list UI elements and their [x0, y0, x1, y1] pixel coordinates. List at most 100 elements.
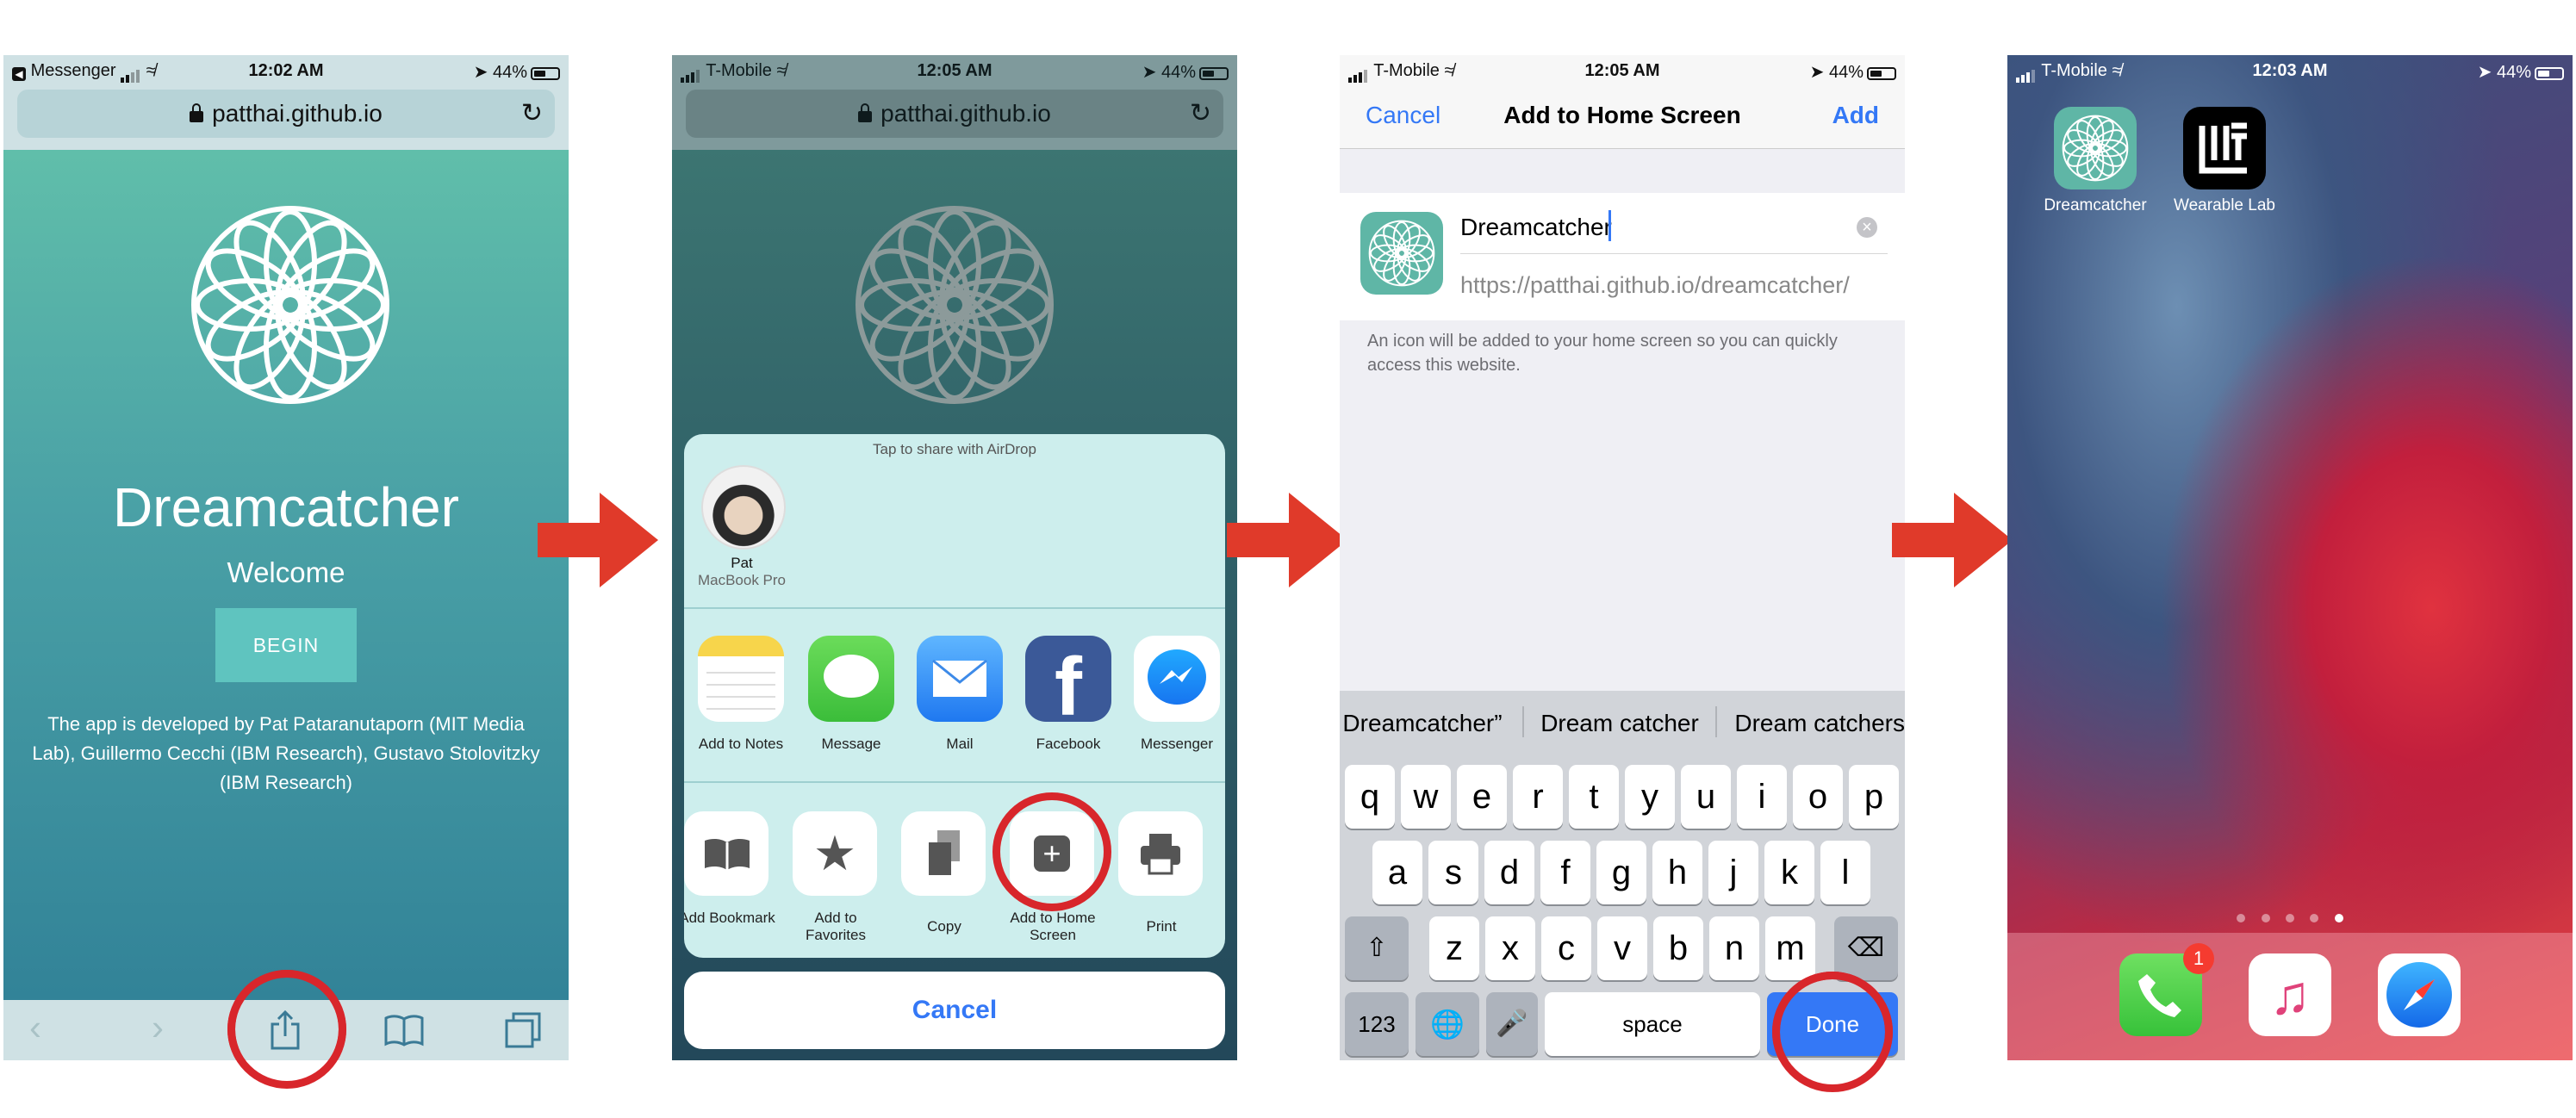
share-app-label: Add to Notes: [698, 736, 784, 752]
safari-icon[interactable]: [2378, 953, 2461, 1036]
print-button[interactable]: [1118, 811, 1203, 896]
location-icon: ➤: [2477, 63, 2492, 82]
key-d[interactable]: d: [1484, 841, 1534, 904]
status-bar: T-Mobile ≉ 12:05 AM ➤ 44%: [1340, 55, 1905, 88]
key-b[interactable]: b: [1653, 916, 1703, 980]
screen-safari-website: ◀ Messenger ≉ 12:02 AM ➤ 44% patthai.git…: [3, 55, 569, 1060]
page-indicator: [2007, 911, 2573, 927]
share-action-label: Print: [1146, 918, 1177, 935]
share-app-label: Mail: [946, 736, 974, 752]
notes-icon[interactable]: [698, 636, 784, 722]
key-f[interactable]: f: [1540, 841, 1590, 904]
dreamcatcher-app-icon[interactable]: [2054, 107, 2137, 189]
form-group: Dreamcatcher × https://patthai.github.io…: [1340, 193, 1905, 320]
facebook-icon[interactable]: f: [1025, 636, 1111, 722]
begin-button[interactable]: BEGIN: [215, 608, 357, 682]
address-url: patthai.github.io: [212, 100, 383, 127]
key-a[interactable]: a: [1372, 841, 1422, 904]
screen-home: T-Mobile ≉ 12:03 AM ➤ 44% Dreamcatcher W…: [2007, 55, 2573, 1060]
credits-text: The app is developed by Pat Pataranutapo…: [32, 713, 540, 793]
tabs-icon[interactable]: [505, 1012, 541, 1048]
key-j[interactable]: j: [1708, 841, 1758, 904]
forward-chevron-icon[interactable]: ›: [152, 1007, 164, 1048]
name-field[interactable]: Dreamcatcher ×: [1460, 203, 1888, 254]
space-key[interactable]: space: [1545, 992, 1760, 1056]
back-chevron-icon[interactable]: ‹: [29, 1007, 41, 1048]
dreamcatcher-logo: [851, 202, 1058, 408]
wearable-lab-icon[interactable]: [2183, 107, 2266, 189]
phone-badge: 1: [2183, 943, 2214, 974]
key-x[interactable]: x: [1485, 916, 1535, 980]
suggestion-item[interactable]: Dreamcatcher”: [1340, 710, 1509, 737]
backspace-key[interactable]: ⌫: [1834, 916, 1898, 980]
screen-add-to-home: T-Mobile ≉ 12:05 AM ➤ 44% Cancel Add to …: [1340, 55, 1905, 1060]
dreamcatcher-logo: [187, 202, 394, 408]
suggestion-item[interactable]: Dream catchers: [1715, 710, 1905, 737]
shift-key[interactable]: ⇧: [1345, 916, 1409, 980]
welcome-text: Welcome: [227, 556, 345, 588]
share-action-label: Add to Home Screen: [1010, 910, 1096, 943]
key-k[interactable]: k: [1764, 841, 1814, 904]
copy-button[interactable]: [901, 811, 986, 896]
key-p[interactable]: p: [1849, 765, 1899, 829]
messenger-icon[interactable]: [1134, 636, 1220, 722]
key-g[interactable]: g: [1596, 841, 1646, 904]
key-c[interactable]: c: [1541, 916, 1591, 980]
dictation-key[interactable]: 🎤: [1486, 992, 1538, 1056]
page-dot: [2237, 914, 2246, 922]
add-button[interactable]: Add: [1832, 102, 1879, 129]
add-to-favorites-button[interactable]: ★: [793, 811, 877, 896]
battery-icon: [531, 67, 560, 80]
music-icon[interactable]: ♫: [2249, 953, 2331, 1036]
status-battery-pct: 44%: [1828, 63, 1864, 82]
key-i[interactable]: i: [1737, 765, 1787, 829]
key-u[interactable]: u: [1681, 765, 1731, 829]
key-q[interactable]: q: [1345, 765, 1395, 829]
step-arrow-icon: [1892, 493, 2013, 587]
key-r[interactable]: r: [1513, 765, 1563, 829]
key-n[interactable]: n: [1709, 916, 1759, 980]
key-l[interactable]: l: [1820, 841, 1870, 904]
key-t[interactable]: t: [1569, 765, 1619, 829]
contact-name: Pat: [731, 555, 753, 571]
key-h[interactable]: h: [1652, 841, 1702, 904]
key-w[interactable]: w: [1401, 765, 1451, 829]
suggestion-item[interactable]: Dream catcher: [1529, 710, 1710, 737]
numbers-key[interactable]: 123: [1345, 992, 1409, 1056]
reload-icon[interactable]: ↻: [521, 90, 543, 138]
share-action-label: Add Bookmark: [684, 910, 775, 926]
address-url: patthai.github.io: [880, 100, 1051, 127]
address-bar[interactable]: patthai.github.io ↻: [17, 90, 555, 138]
page-dot: [2261, 914, 2270, 922]
key-v[interactable]: v: [1597, 916, 1647, 980]
battery-icon: [2535, 67, 2564, 80]
add-bookmark-button[interactable]: [684, 811, 768, 896]
phone-icon[interactable]: 1: [2119, 943, 2214, 1036]
key-e[interactable]: e: [1457, 765, 1507, 829]
reload-icon[interactable]: ↻: [1190, 90, 1211, 138]
status-bar: T-Mobile ≉ 12:05 AM ➤ 44%: [672, 55, 1237, 88]
bookmarks-icon[interactable]: [384, 1014, 424, 1047]
key-y[interactable]: y: [1625, 765, 1675, 829]
battery-icon: [1199, 67, 1229, 80]
key-o[interactable]: o: [1793, 765, 1843, 829]
battery-icon: [1867, 67, 1896, 80]
key-z[interactable]: z: [1429, 916, 1479, 980]
location-icon: ➤: [1142, 63, 1157, 82]
message-icon[interactable]: [808, 636, 894, 722]
globe-key[interactable]: 🌐: [1416, 992, 1479, 1056]
key-m[interactable]: m: [1765, 916, 1815, 980]
airdrop-contact[interactable]: Pat MacBook Pro: [696, 465, 786, 594]
page-title: Dreamcatcher: [113, 476, 459, 538]
form-hint: An icon will be added to your home scree…: [1367, 332, 1838, 375]
star-icon: ★: [812, 826, 857, 880]
nav-bar: Cancel Add to Home Screen Add: [1340, 88, 1905, 149]
step-arrow-icon: [1227, 493, 1347, 587]
share-cancel-button[interactable]: Cancel: [684, 972, 1225, 1049]
clear-text-icon[interactable]: ×: [1857, 217, 1877, 238]
mail-icon[interactable]: [917, 636, 1003, 722]
key-s[interactable]: s: [1428, 841, 1478, 904]
status-battery-pct: 44%: [2496, 63, 2531, 82]
share-highlight-ring-outer: [227, 970, 346, 1089]
address-bar[interactable]: patthai.github.io ↻: [686, 90, 1223, 138]
